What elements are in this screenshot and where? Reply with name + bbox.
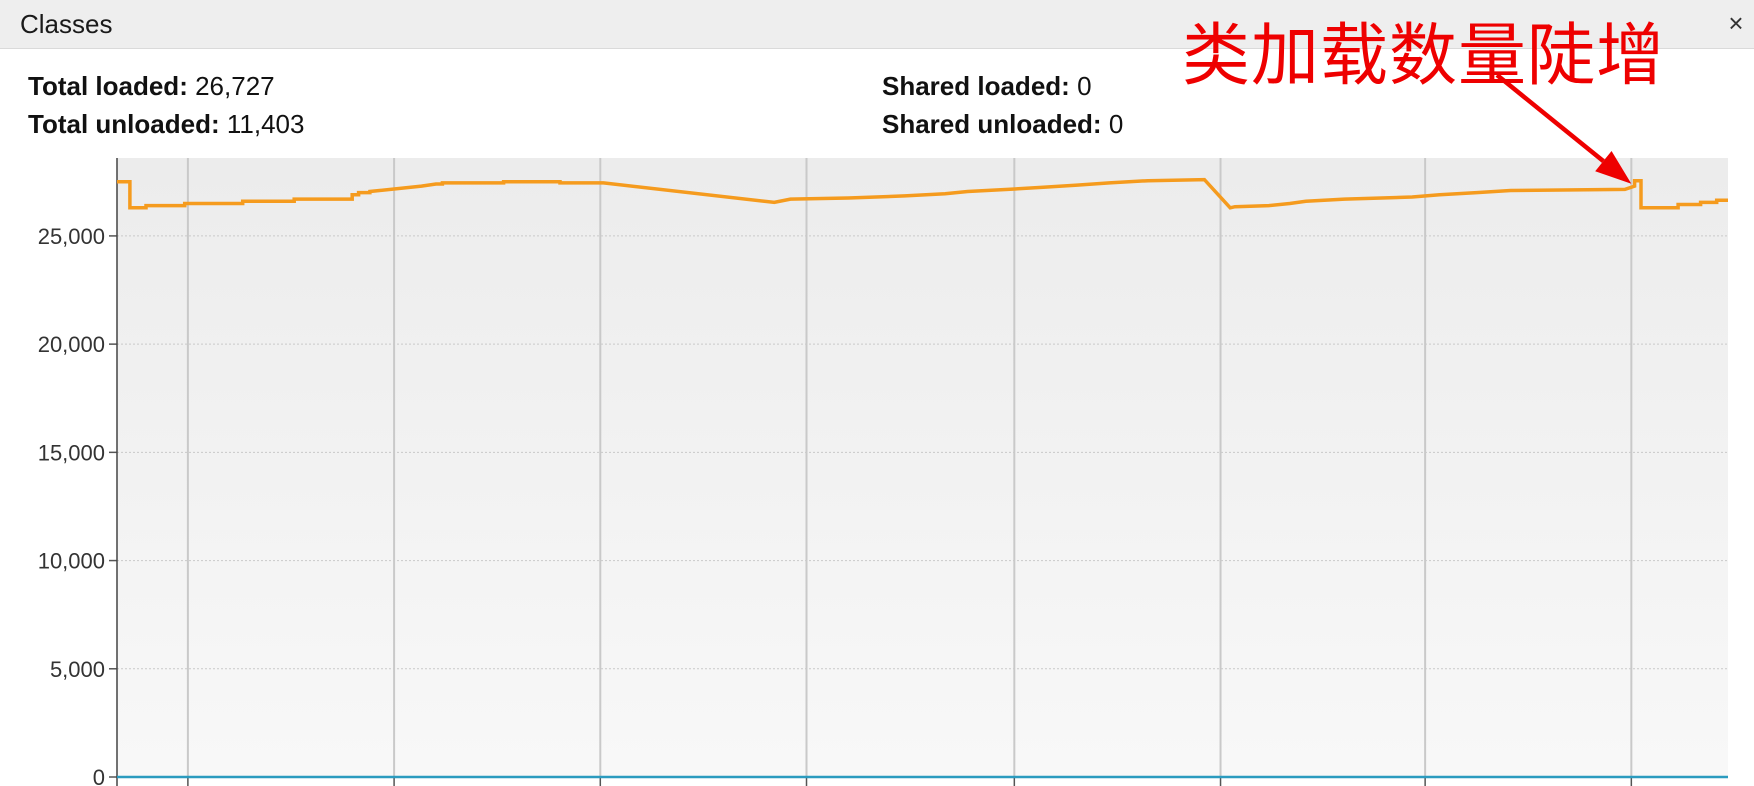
- y-tick-label: 10,000: [38, 549, 105, 574]
- plot-area: [117, 158, 1728, 777]
- classes-chart: 0 5,000 10,000 15,000 20,000 25,000: [38, 73, 1728, 786]
- y-tick-label: 25,000: [38, 224, 105, 249]
- y-tick-label: 0: [93, 765, 105, 786]
- annotation-text: 类加载数量陡增: [1182, 17, 1666, 96]
- y-tick-label: 5,000: [50, 657, 105, 682]
- y-tick-label: 15,000: [38, 440, 105, 465]
- y-tick-label: 20,000: [38, 332, 105, 357]
